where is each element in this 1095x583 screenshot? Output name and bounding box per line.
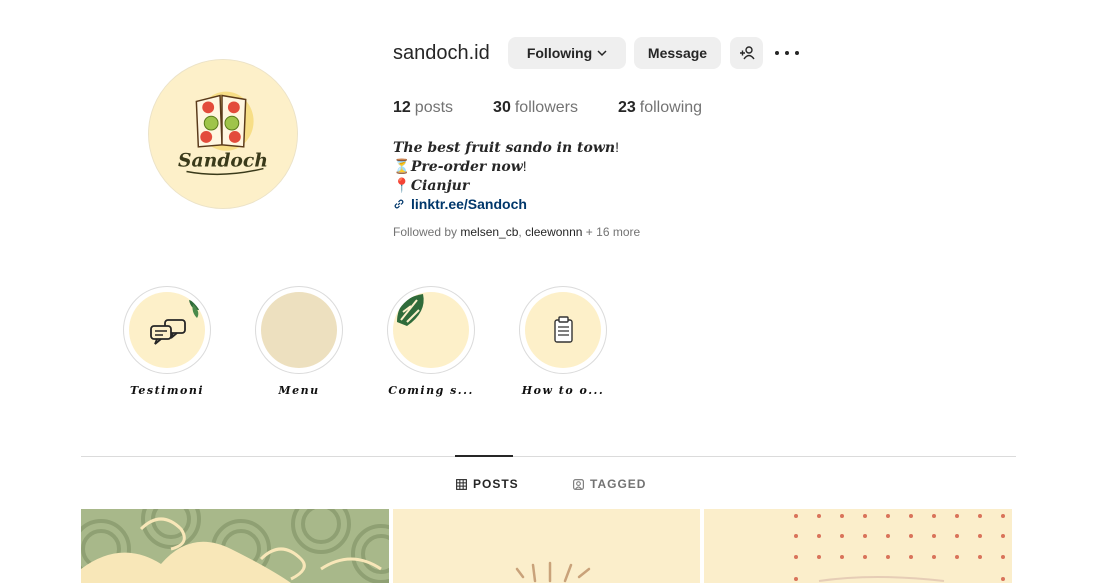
profile-username: sandoch.id: [393, 42, 490, 64]
message-button-label: Message: [647, 45, 708, 61]
post-thumbnail[interactable]: [81, 509, 389, 583]
svg-text:Sandoch: Sandoch: [178, 150, 268, 172]
post-thumbnail[interactable]: [393, 509, 700, 583]
tabs-divider: [81, 456, 1016, 457]
following-link[interactable]: 23 following: [618, 99, 702, 117]
clipboard-icon: [554, 316, 573, 343]
post-image: [393, 509, 700, 583]
highlight-menu[interactable]: Menu: [254, 286, 344, 397]
followers-link[interactable]: 30 followers: [493, 99, 578, 117]
highlight-label: Menu: [278, 384, 320, 397]
followed-by-user-1[interactable]: melsen_cb: [460, 225, 518, 239]
grid-icon: [456, 478, 467, 490]
suggested-users-button[interactable]: [730, 37, 763, 69]
link-icon: [394, 199, 404, 209]
highlight-label: Testimoni: [129, 384, 205, 397]
bio-line-2: ⏳ Pre-order now!: [393, 158, 527, 175]
post-image: [704, 509, 1012, 583]
highlight-label: How to o...: [521, 384, 605, 397]
active-tab-indicator: [455, 455, 513, 457]
highlight-coming-soon[interactable]: Coming s...: [386, 286, 476, 397]
tab-posts[interactable]: POSTS: [456, 477, 519, 491]
highlight-label: Coming s...: [388, 384, 474, 397]
post-image: [81, 509, 389, 583]
message-button[interactable]: Message: [634, 37, 721, 69]
hourglass-icon: ⏳: [393, 158, 411, 174]
profile-bio: The best fruit sando in town! ⏳ Pre-orde…: [393, 138, 619, 214]
bio-link[interactable]: linktr.ee/Sandoch: [393, 195, 527, 213]
sandoch-logo: Sandoch: [149, 60, 297, 208]
location-pin-icon: 📍: [393, 177, 411, 193]
posts-count: 12 posts: [393, 99, 454, 116]
chat-bubbles-icon: [150, 300, 199, 345]
followed-by-user-2[interactable]: cleewonnn: [525, 225, 582, 239]
highlight-testimoni[interactable]: Testimoni: [122, 286, 212, 397]
monstera-leaf-icon: [397, 294, 424, 326]
following-button-label: Following: [526, 45, 593, 61]
profile-stats: 12 posts 30 followers 23 following: [393, 99, 742, 117]
followed-by-text[interactable]: Followed by melsen_cb, cleewonnn + 16 mo…: [393, 225, 640, 239]
tab-tagged[interactable]: TAGGED: [573, 477, 646, 491]
more-options-icon[interactable]: [775, 46, 799, 60]
tagged-user-icon: [573, 478, 584, 490]
chevron-down-icon: [597, 50, 607, 57]
post-thumbnail[interactable]: [704, 509, 1012, 583]
highlight-how-to-order[interactable]: How to o...: [518, 286, 608, 397]
add-user-icon: [739, 46, 755, 60]
bio-line-3: 📍 Cianjur: [393, 177, 470, 194]
profile-avatar[interactable]: Sandoch: [148, 59, 298, 209]
following-button[interactable]: Following: [508, 37, 626, 69]
bio-line-1: The best fruit sando in town!: [393, 139, 619, 156]
